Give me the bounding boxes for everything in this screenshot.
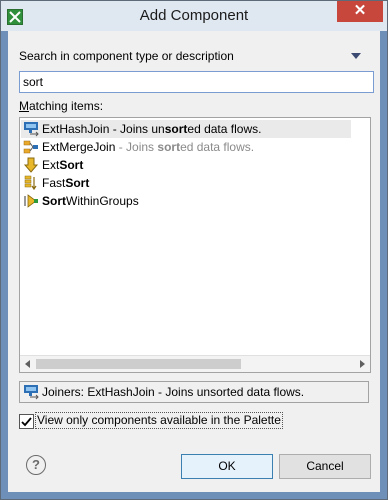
- status-text: Joiners: ExtHashJoin - Joins unsorted da…: [42, 385, 305, 399]
- add-component-dialog: Add Component ✕ Search in component type…: [0, 0, 388, 500]
- matching-items-mnemonic: M: [19, 99, 29, 113]
- palette-only-checkbox[interactable]: [19, 414, 34, 429]
- matching-items-list[interactable]: ExtHashJoin - Joins unsorted data flows.…: [19, 117, 371, 373]
- item-text-pre: ExtMergeJoin: [42, 140, 116, 154]
- item-text-match: sort: [157, 140, 181, 154]
- dialog-body: Search in component type or description …: [8, 31, 380, 492]
- window-title: Add Component: [139, 7, 249, 24]
- item-text-match: Sort: [42, 194, 66, 208]
- ext-sort-icon: [23, 157, 39, 173]
- ok-button[interactable]: OK: [181, 454, 273, 479]
- hash-join-icon: [23, 121, 39, 137]
- item-text-match: Sort: [65, 176, 90, 190]
- title-bar: Add Component ✕: [1, 1, 387, 31]
- scroll-left-icon[interactable]: [25, 360, 30, 368]
- item-text-desc: - Joins sorted data flows.: [115, 140, 255, 154]
- hash-join-icon: [23, 384, 39, 400]
- merge-join-icon: [23, 139, 39, 155]
- search-label: Search in component type or description: [19, 49, 234, 63]
- sort-within-groups-icon: [23, 193, 39, 209]
- search-mode-dropdown-icon[interactable]: [351, 53, 361, 59]
- item-text-post: ed data flows.: [187, 122, 262, 136]
- palette-only-label[interactable]: View only components available in the Pa…: [35, 412, 283, 429]
- item-text-post: WithinGroups: [66, 194, 139, 208]
- matching-items-label: Matching items:: [19, 99, 104, 113]
- help-icon[interactable]: ?: [26, 455, 46, 475]
- item-text-match: Sort: [59, 158, 84, 172]
- item-text-pre: Ext: [42, 158, 60, 172]
- scroll-right-icon[interactable]: [360, 360, 365, 368]
- search-input[interactable]: [19, 71, 374, 93]
- list-item[interactable]: ExtHashJoin - Joins unsorted data flows.: [21, 120, 351, 138]
- close-button[interactable]: ✕: [337, 1, 383, 22]
- item-text-pre: Fast: [42, 176, 66, 190]
- cancel-button[interactable]: Cancel: [279, 454, 371, 479]
- scrollbar-thumb[interactable]: [36, 359, 241, 369]
- item-text-match: sort: [164, 122, 188, 136]
- item-text-pre: ExtHashJoin - Joins un: [42, 122, 165, 136]
- description-status: Joiners: ExtHashJoin - Joins unsorted da…: [19, 381, 369, 403]
- horizontal-scrollbar[interactable]: [20, 355, 370, 372]
- fast-sort-icon: [23, 175, 39, 191]
